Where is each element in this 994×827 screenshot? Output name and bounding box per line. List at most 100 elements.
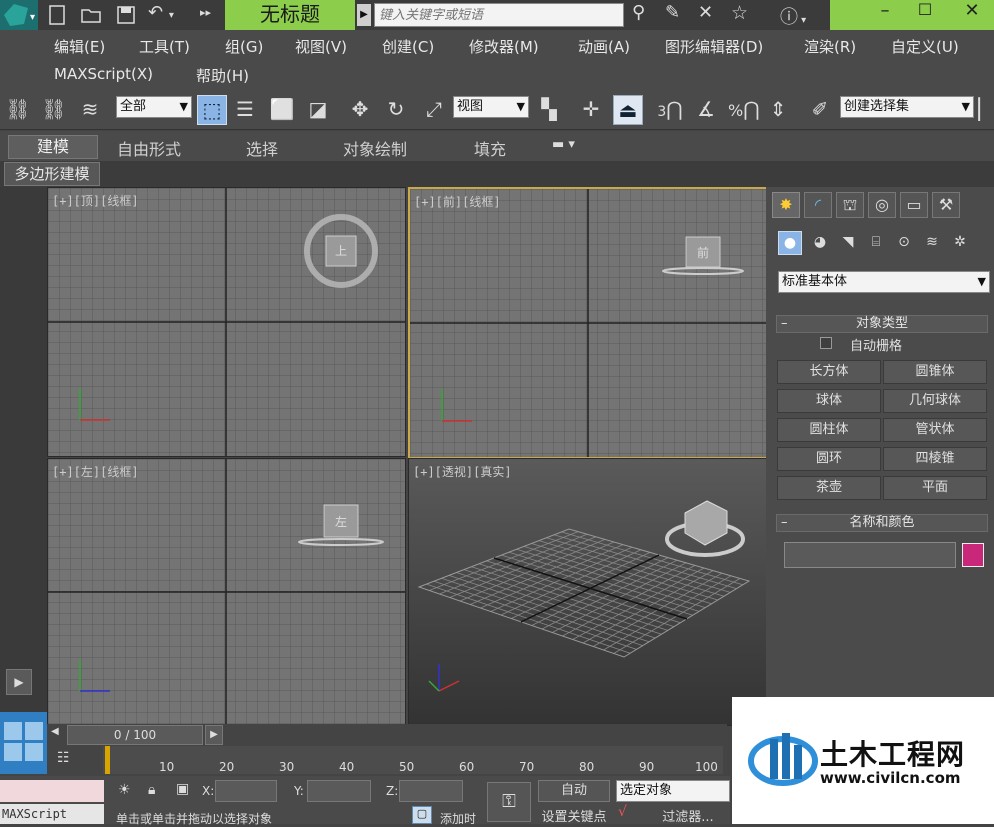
search-toggle-icon[interactable]: ▶ [357,4,371,26]
maximize-button[interactable]: ☐ [910,0,940,30]
snaps-toggle-icon[interactable]: 3⋂ [656,95,684,123]
new-file-icon[interactable] [46,4,68,26]
torus-button[interactable]: 圆环 [777,447,881,471]
lights-icon[interactable]: ◥ [836,231,860,255]
menu-group[interactable]: 组(G) [225,36,263,57]
menu-edit[interactable]: 编辑(E) [54,36,105,57]
viewport-perspective-label[interactable]: [+][透视][真实] [413,463,512,480]
time-slider[interactable]: 0 / 100 [67,725,203,745]
y-coord-input[interactable] [307,780,371,802]
bulb-icon[interactable]: ☀ [118,782,131,798]
tab-modeling[interactable]: 建模 [8,135,98,159]
rotate-icon[interactable]: ↻ [382,95,410,123]
absolute-mode-icon[interactable]: ▣ [176,781,189,797]
keyboard-shortcut-icon[interactable]: ⏏ [613,95,643,125]
helpers-icon[interactable]: ⊙ [892,231,916,255]
viewcube-left-face[interactable]: 左 [335,513,347,530]
app-logo-icon[interactable]: ▾ [0,0,38,30]
box-button[interactable]: 长方体 [777,360,881,384]
binoculars-icon[interactable]: ⚲ [632,2,656,28]
cone-button[interactable]: 圆锥体 [883,360,987,384]
plane-button[interactable]: 平面 [883,476,987,500]
maxscript-mini[interactable]: MAXScript [0,804,104,824]
viewport-top[interactable]: [+][顶][线框] 上 [47,187,406,457]
menu-customize[interactable]: 自定义(U) [891,36,959,57]
percent-snap-icon[interactable]: %⋂ [728,95,760,123]
auto-key-button[interactable]: 自动 [538,780,610,802]
expand-ribbon-button[interactable]: ▶ [6,669,32,695]
mirror-icon[interactable]: ▏ [978,95,994,123]
ribbon-options-icon[interactable]: ▬ ▾ [552,137,588,155]
menu-rendering[interactable]: 渲染(R) [804,36,856,57]
track-bar[interactable]: 10 20 30 40 50 60 70 80 90 100 [103,746,723,774]
geometry-icon[interactable]: ● [778,231,802,255]
viewport-front[interactable]: [+][前][线框] 前 [408,187,769,459]
selection-filter-dropdown[interactable]: 全部 ▼ [116,96,192,118]
mini-curve-editor-icon[interactable]: ☷ [57,750,83,772]
utilities-tab-icon[interactable]: ⚒ [932,192,960,218]
set-key-button[interactable]: 设置关键点 [538,806,610,825]
spinner-snap-icon[interactable]: ⇕ [764,95,792,123]
connect-icon[interactable]: ✕ [698,2,722,28]
select-manipulate-icon[interactable]: ✛ [577,95,605,123]
lock-icon[interactable]: 🔒︎ [148,782,155,798]
bind-space-warp-icon[interactable]: ≋ [76,95,104,123]
teapot-button[interactable]: 茶壶 [777,476,881,500]
next-frame-button[interactable]: ▶ [205,725,223,745]
shapes-icon[interactable]: ◕ [808,231,832,255]
cylinder-button[interactable]: 圆柱体 [777,418,881,442]
named-selection-dropdown[interactable]: 创建选择集 ▼ [840,96,974,118]
tab-selection[interactable]: 选择 [246,136,278,160]
menu-maxscript[interactable]: MAXScript(X) [54,65,153,83]
poly-modeling-button[interactable]: 多边形建模 [4,162,100,186]
tab-freeform[interactable]: 自由形式 [117,136,181,160]
modify-tab-icon[interactable]: ◜ [804,192,832,218]
viewport-left-label[interactable]: [+][左][线框] [52,463,139,480]
angle-snap-icon[interactable]: ∡ [692,95,720,123]
auto-grid-checkbox[interactable] [820,337,832,349]
z-coord-input[interactable] [399,780,463,802]
add-time-tag-icon[interactable]: ▢ [412,806,432,824]
select-object-icon[interactable]: ⬚ [197,95,227,125]
wrench-icon[interactable]: ✎ [665,2,689,28]
systems-icon[interactable]: ✲ [948,231,972,255]
help-icon[interactable]: ⓘ ▾ [780,3,820,28]
close-button[interactable]: ✕ [950,0,994,30]
favorites-star-icon[interactable]: ☆ [731,2,755,28]
current-frame-marker[interactable] [105,746,110,774]
space-warps-icon[interactable]: ≋ [920,231,944,255]
x-coord-input[interactable] [215,780,277,802]
create-tab-icon[interactable]: ✸ [772,192,800,218]
menu-modifiers[interactable]: 修改器(M) [469,36,539,57]
rect-selection-icon[interactable]: ⬜ [268,95,296,123]
object-name-input[interactable] [784,542,956,568]
menu-create[interactable]: 创建(C) [382,36,434,57]
object-color-swatch[interactable] [962,543,984,567]
hierarchy-tab-icon[interactable]: ⛫ [836,192,864,218]
search-input[interactable] [374,3,624,27]
viewport-top-label[interactable]: [+][顶][线框] [52,192,139,209]
category-dropdown[interactable]: 标准基本体 ▼ [778,271,990,293]
viewcube-front-face[interactable]: 前 [697,244,709,261]
tab-populate[interactable]: 填充 [474,136,506,160]
edit-named-sets-icon[interactable]: ✐ [806,95,834,123]
menu-help[interactable]: 帮助(H) [196,65,249,86]
menu-tools[interactable]: 工具(T) [139,36,190,57]
viewport-layout-button[interactable] [0,712,47,774]
display-tab-icon[interactable]: ▭ [900,192,928,218]
prev-frame-button[interactable]: ◀ [51,726,65,744]
geosphere-button[interactable]: 几何球体 [883,389,987,413]
viewport-left[interactable]: [+][左][线框] 左 [47,458,406,726]
maxscript-listener[interactable] [0,780,104,802]
minimize-button[interactable]: – [870,0,900,30]
cameras-icon[interactable]: ⌸ [864,231,888,255]
viewcube-top-face[interactable]: 上 [335,242,347,259]
ref-coord-dropdown[interactable]: 视图 ▼ [453,96,529,118]
more-tools-icon[interactable]: ▸▸ [200,6,220,26]
add-time-tag-label[interactable]: 添加时 [440,810,476,827]
menu-views[interactable]: 视图(V) [295,36,347,57]
viewport-front-label[interactable]: [+][前][线框] [414,193,501,210]
open-file-icon[interactable] [80,4,104,26]
menu-graph-editors[interactable]: 图形编辑器(D) [665,36,763,57]
menu-animation[interactable]: 动画(A) [578,36,630,57]
